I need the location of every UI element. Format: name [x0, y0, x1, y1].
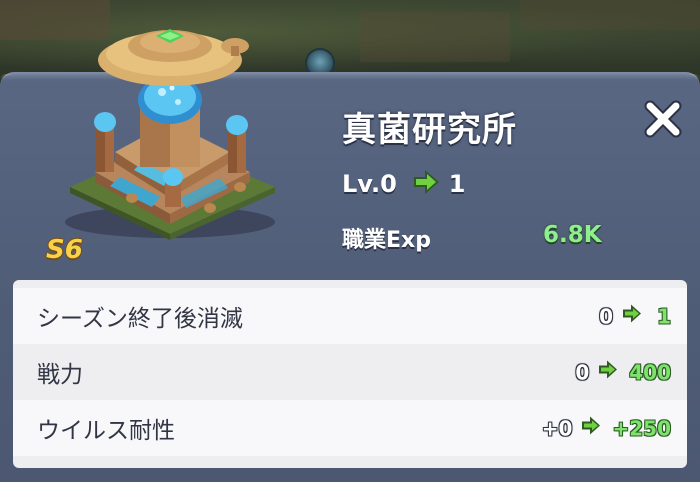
building-upgrade-screen: S6 真菌研究所 Lv.0 1 職業Exp 6.8K シーズン終了後消滅 0 1…	[0, 0, 700, 482]
stats-table: シーズン終了後消滅 0 1 戦力 0 400 ウイルス耐性 +0 +250	[13, 280, 687, 468]
stat-values: +0 +250	[542, 415, 671, 442]
stat-row: ウイルス耐性 +0 +250	[13, 400, 687, 456]
level-to: 1	[448, 170, 466, 198]
stat-from: 0	[599, 304, 613, 328]
building-illustration	[60, 2, 290, 242]
close-icon	[644, 100, 682, 138]
arrow-right-icon	[621, 303, 643, 330]
building-name: 真菌研究所	[342, 110, 517, 150]
stat-to: +250	[612, 416, 671, 440]
arrow-right-icon	[411, 167, 441, 201]
stat-from: 0	[575, 360, 590, 384]
stat-label: ウイルス耐性	[37, 418, 175, 444]
stat-row: 戦力 0 400	[13, 344, 687, 400]
season-badge: S6	[46, 235, 83, 265]
stat-values: 0 1	[599, 303, 671, 330]
stat-row: シーズン終了後消滅 0 1	[13, 288, 687, 344]
arrow-right-icon	[580, 415, 602, 442]
close-button[interactable]	[642, 98, 684, 140]
stat-label: 戦力	[37, 362, 83, 388]
stat-to: 1	[657, 304, 671, 328]
stat-from: +0	[541, 416, 573, 440]
stat-label: シーズン終了後消滅	[37, 306, 243, 332]
stat-values: 0 400	[575, 359, 671, 386]
stat-to: 400	[629, 360, 671, 384]
arrow-right-icon	[597, 359, 619, 386]
level-change: Lv.0 1	[342, 166, 466, 202]
level-from: Lv.0	[342, 170, 397, 198]
exp-label: 職業Exp	[342, 228, 431, 253]
exp-value: 6.8K	[543, 222, 602, 248]
